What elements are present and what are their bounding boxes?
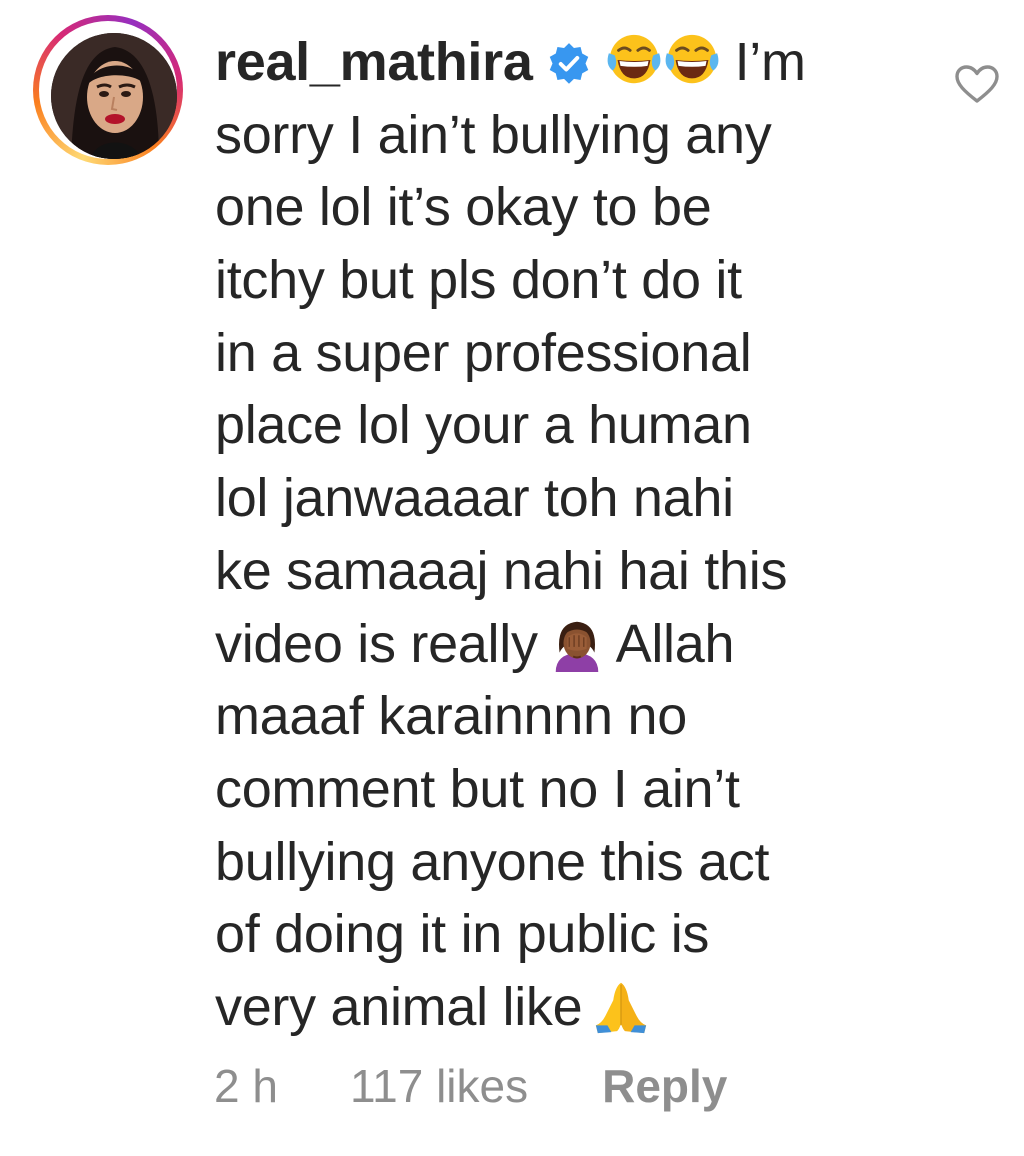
comment-line-text: Allah	[615, 613, 735, 674]
comment-likes-count[interactable]: 117 likes	[350, 1058, 528, 1114]
comment-line: ke samaaaj nahi hai this	[215, 540, 788, 601]
person-facepalming-icon	[555, 621, 598, 672]
avatar-image	[51, 33, 177, 159]
comment-line: place lol your a human	[215, 395, 752, 456]
comment-line: video is really Allah	[215, 608, 915, 681]
comment-timestamp: 2 h	[214, 1060, 278, 1112]
comment-line: comment but no I ain’t	[215, 758, 740, 819]
comment-line: sorry I ain’t bullying any	[215, 104, 772, 165]
comment-line: very animal like	[215, 971, 915, 1044]
comment-line: of doing it in public is	[215, 904, 710, 965]
verified-badge-icon	[549, 43, 588, 84]
reply-button[interactable]: Reply	[602, 1058, 727, 1114]
avatar-story-ring[interactable]	[33, 15, 183, 165]
comment-line-text: very animal like	[215, 976, 583, 1037]
avatar[interactable]	[51, 33, 177, 159]
comment-line: lol janwaaaar toh nahi	[215, 468, 734, 529]
comment-line: in a super professional	[215, 322, 752, 383]
comment-meta: 2 h 117 likes Reply	[214, 1058, 727, 1114]
username-link[interactable]: real_mathira	[215, 32, 533, 92]
comment-line-text: I’m	[734, 32, 806, 92]
comment-body: real_mathira I’m sorry I ain’t bullying …	[215, 26, 915, 1044]
comment-line-text: video is really	[215, 613, 538, 674]
comment-item: real_mathira I’m sorry I ain’t bullying …	[0, 0, 1024, 1156]
heart-outline-icon[interactable]	[954, 64, 1000, 104]
comment-line: bullying anyone this act	[215, 831, 770, 892]
comment-text: real_mathira I’m sorry I ain’t bullying …	[215, 26, 915, 1044]
comment-line: maaaf karainnnn no	[215, 686, 687, 747]
comment-line: real_mathira I’m	[215, 26, 915, 99]
face-with-tears-of-joy-icon	[665, 34, 719, 84]
face-with-tears-of-joy-icon	[607, 34, 661, 84]
comment-line: itchy but pls don’t do it	[215, 250, 742, 311]
comment-line: one lol it’s okay to be	[215, 177, 712, 238]
folded-hands-icon	[596, 982, 647, 1034]
